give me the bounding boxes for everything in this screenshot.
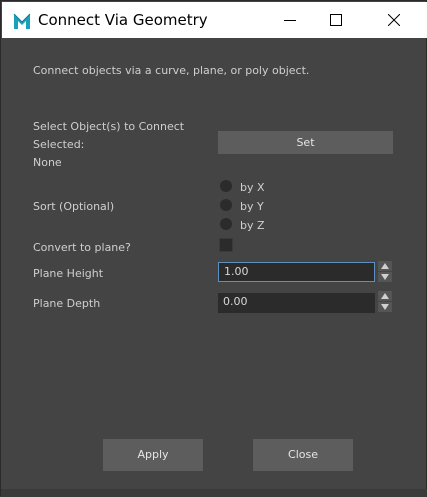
close-window-button[interactable] [371,2,417,38]
radio-sort-by-y[interactable] [220,199,232,211]
plane-depth-increment[interactable] [378,291,392,301]
description-text: Connect objects via a curve, plane, or p… [33,64,310,77]
title-bar[interactable]: Connect Via Geometry [2,2,427,38]
arrow-up-icon [381,263,389,269]
minimize-icon [284,20,296,21]
dialog-content: Connect objects via a curve, plane, or p… [1,38,427,497]
arrow-up-icon [381,293,389,299]
convert-to-plane-checkbox[interactable] [219,238,233,252]
plane-height-input[interactable]: 1.00 [218,262,375,282]
selected-value: None [33,156,62,169]
radio-sort-by-z[interactable] [220,218,232,230]
minimize-button[interactable] [267,2,313,38]
maya-logo-icon [12,11,32,31]
plane-depth-stepper[interactable] [378,291,392,313]
arrow-down-icon [381,304,389,310]
arrow-down-icon [381,274,389,280]
radio-label-by-z: by Z [240,219,265,232]
close-icon [388,14,400,26]
set-button[interactable]: Set [218,131,393,154]
window-title: Connect Via Geometry [38,11,208,29]
convert-to-plane-label: Convert to plane? [33,241,131,254]
dialog-window: Connect Via Geometry Connect objects via… [0,0,427,497]
plane-height-stepper[interactable] [378,261,392,283]
maximize-button[interactable] [313,2,359,38]
plane-depth-decrement[interactable] [378,302,392,312]
sort-label: Sort (Optional) [33,200,115,213]
plane-depth-label: Plane Depth [33,297,101,310]
apply-button[interactable]: Apply [103,439,203,471]
plane-height-increment[interactable] [378,261,392,271]
plane-depth-input[interactable]: 0.00 [218,293,375,313]
maximize-icon [330,14,342,26]
select-objects-label: Select Object(s) to Connect [33,120,185,133]
radio-sort-by-x[interactable] [220,180,232,192]
close-button[interactable]: Close [253,439,353,471]
selected-label: Selected: [33,138,85,151]
plane-height-label: Plane Height [33,267,104,280]
radio-label-by-y: by Y [240,200,264,213]
radio-label-by-x: by X [240,181,265,194]
plane-height-decrement[interactable] [378,272,392,282]
